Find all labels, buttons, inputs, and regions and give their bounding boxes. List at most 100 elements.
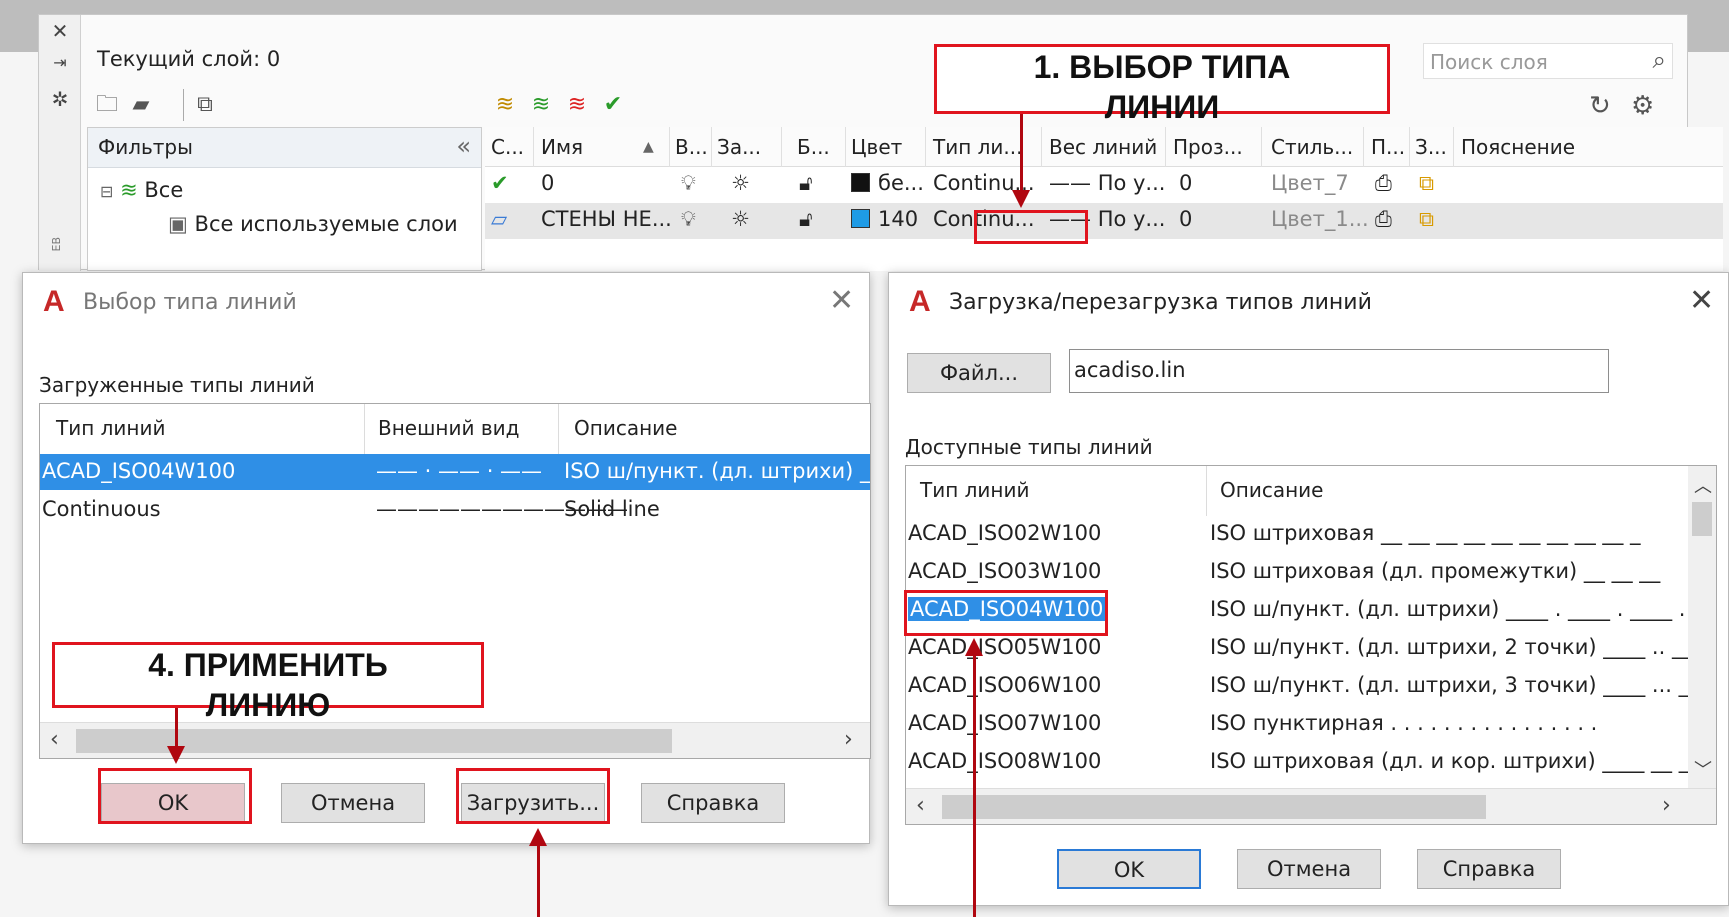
scroll-right-icon[interactable]: › xyxy=(844,727,853,752)
col-plot-style[interactable]: Стиль... xyxy=(1271,135,1353,159)
col-linetype[interactable]: Тип ли... xyxy=(933,135,1023,159)
col-description[interactable]: Пояснение xyxy=(1461,135,1575,159)
printer-icon[interactable]: ⎙ xyxy=(1375,207,1392,232)
help-button[interactable]: Справка xyxy=(641,783,785,823)
vp-freeze-icon[interactable]: ⧉ xyxy=(1419,207,1434,232)
list-item[interactable]: ACAD_ISO07W100 ISO пунктирная . . . . . … xyxy=(906,706,1686,742)
scroll-left-icon[interactable]: ‹ xyxy=(50,727,59,752)
autocad-logo-icon: A xyxy=(909,285,931,318)
col-linetype[interactable]: Тип линий xyxy=(56,416,166,440)
list-item[interactable]: ACAD_ISO03W100 ISO штриховая (дл. промеж… xyxy=(906,554,1686,590)
ok-button[interactable]: OK xyxy=(1057,849,1201,889)
col-linetype[interactable]: Тип линий xyxy=(920,478,1030,502)
search-icon[interactable]: ⌕ xyxy=(1653,46,1666,74)
col-color[interactable]: Цвет xyxy=(851,135,902,159)
properties-icon[interactable]: ✲ xyxy=(49,87,71,111)
cancel-button[interactable]: Отмена xyxy=(1237,849,1381,889)
scroll-right-icon[interactable]: › xyxy=(1662,793,1671,818)
sun-thaw-icon[interactable]: ☼ xyxy=(731,171,750,195)
current-layer-label: Текущий слой: 0 xyxy=(97,47,281,71)
refresh-icon[interactable]: ↻ xyxy=(1589,91,1611,121)
list-item[interactable]: Continuous ———————————— Solid line xyxy=(40,492,870,528)
unlock-icon[interactable]: 🔓︎ xyxy=(799,207,813,232)
select-linetype-dialog: A Выбор типа линий ✕ Загруженные типы ли… xyxy=(22,272,871,844)
col-new-vp-freeze[interactable]: З... xyxy=(1415,135,1447,159)
col-name[interactable]: Имя xyxy=(541,135,583,159)
scroll-up-icon[interactable]: ︿ xyxy=(1694,472,1712,498)
scroll-thumb[interactable] xyxy=(76,729,672,753)
dialog-title: Загрузка/перезагрузка типов линий xyxy=(949,290,1372,315)
col-lock[interactable]: Б... xyxy=(797,135,830,159)
available-linetypes-list[interactable]: Тип линий Описание ACAD_ISO02W100 ISO шт… xyxy=(905,465,1717,825)
col-appearance[interactable]: Внешний вид xyxy=(378,416,519,440)
col-status[interactable]: С... xyxy=(491,135,524,159)
printer-icon[interactable]: ⎙ xyxy=(1375,171,1392,196)
new-property-filter-icon[interactable]: 🗀 xyxy=(93,91,121,119)
scroll-left-icon[interactable]: ‹ xyxy=(916,793,925,818)
new-layer-vp-frozen-icon[interactable]: ≋ xyxy=(527,91,555,119)
horizontal-scrollbar[interactable]: ‹ › xyxy=(906,788,1716,824)
tree-expander-icon[interactable]: ⊟ xyxy=(100,182,113,201)
layer-color[interactable]: 140 xyxy=(851,207,918,231)
cancel-button[interactable]: Отмена xyxy=(281,783,425,823)
palette-side-label: ЕВ xyxy=(50,237,63,252)
file-name-field[interactable]: acadiso.lin xyxy=(1069,349,1609,393)
col-transparency[interactable]: Проз... xyxy=(1173,135,1243,159)
scroll-thumb[interactable] xyxy=(1692,502,1712,536)
all-filter-icon: ≋ xyxy=(120,178,138,202)
filter-node-all[interactable]: ⊟ ≋ Все xyxy=(100,178,183,202)
layer-table-header: С... Имя ▲ В... За... Б... Цвет Тип ли..… xyxy=(485,127,1723,167)
layer-transparency[interactable]: 0 xyxy=(1179,207,1192,231)
layer-transparency[interactable]: 0 xyxy=(1179,171,1192,195)
bulb-on-icon[interactable]: 💡︎ xyxy=(681,207,696,232)
list-item-selected[interactable]: ACAD_ISO04W100 —— · —— · —— ISO ш/пункт.… xyxy=(40,454,870,490)
col-freeze[interactable]: За... xyxy=(717,135,761,159)
new-layer-icon[interactable]: ≋ xyxy=(491,91,519,119)
list-item[interactable]: ACAD_ISO06W100 ISO ш/пункт. (дл. штрихи,… xyxy=(906,668,1710,704)
autocad-logo-icon: A xyxy=(43,285,65,318)
col-description[interactable]: Описание xyxy=(1220,478,1323,502)
unlock-icon[interactable]: 🔓︎ xyxy=(799,171,813,196)
layer-lineweight[interactable]: —— По у... xyxy=(1049,171,1165,195)
col-lineweight[interactable]: Вес линий xyxy=(1049,135,1157,159)
layer-states-icon[interactable]: ⧉ xyxy=(191,91,219,119)
close-icon[interactable]: ✕ xyxy=(829,283,854,318)
filter-used-label: Все используемые слои xyxy=(194,212,458,236)
close-icon[interactable]: ✕ xyxy=(49,19,71,43)
arrow-line xyxy=(1020,114,1023,192)
list-item[interactable]: ACAD_ISO08W100 ISO штриховая (дл. и кор.… xyxy=(906,744,1716,780)
autohide-icon[interactable]: ⇥ xyxy=(49,53,71,72)
delete-layer-icon[interactable]: ≋ xyxy=(563,91,591,119)
linetype-description: ISO ш/пункт. (дл. штрихи) ____ xyxy=(564,459,871,483)
arrow-head-icon xyxy=(965,638,983,656)
close-icon[interactable]: ✕ xyxy=(1689,283,1714,318)
color-name: бе... xyxy=(878,171,924,195)
col-divider xyxy=(1453,127,1454,167)
help-button[interactable]: Справка xyxy=(1417,849,1561,889)
layer-color[interactable]: бе... xyxy=(851,171,924,195)
vertical-scrollbar[interactable]: ︿ ﹀ xyxy=(1688,466,1716,788)
linetype-name: ACAD_ISO07W100 xyxy=(908,711,1102,735)
sun-thaw-icon[interactable]: ☼ xyxy=(731,207,750,231)
col-description[interactable]: Описание xyxy=(574,416,677,440)
layer-row-selected[interactable]: ▱ СТЕНЫ НЕ... 💡︎ ☼ 🔓︎ 140 Continu... —— … xyxy=(485,203,1723,239)
file-button[interactable]: Файл... xyxy=(907,353,1051,393)
vp-freeze-icon[interactable]: ⧉ xyxy=(1419,171,1434,196)
col-divider xyxy=(1165,127,1166,167)
list-item[interactable]: ACAD_ISO02W100 ISO штриховая __ __ __ __… xyxy=(906,516,1686,552)
bulb-on-icon[interactable]: 💡︎ xyxy=(681,171,696,196)
filter-node-used[interactable]: ▣ Все используемые слои xyxy=(168,212,458,236)
set-current-icon[interactable]: ✔ xyxy=(599,91,627,119)
scroll-down-icon[interactable]: ﹀ xyxy=(1694,756,1712,782)
collapse-filters-icon[interactable]: « xyxy=(456,132,471,160)
col-plot[interactable]: П... xyxy=(1371,135,1405,159)
col-on[interactable]: В... xyxy=(675,135,708,159)
layer-search-input[interactable]: Поиск слоя ⌕ xyxy=(1423,43,1673,79)
horizontal-scrollbar[interactable]: ‹ › xyxy=(40,722,870,758)
settings-gear-icon[interactable]: ⚙ xyxy=(1631,91,1654,121)
col-divider xyxy=(1041,127,1042,167)
layer-status-icon: ▱ xyxy=(491,207,508,231)
scroll-thumb[interactable] xyxy=(942,795,1486,819)
new-group-filter-icon[interactable]: ▰ xyxy=(127,91,155,119)
layer-row[interactable]: ✔ 0 💡︎ ☼ 🔓︎ бе... Continu... —— По у... … xyxy=(485,167,1723,203)
